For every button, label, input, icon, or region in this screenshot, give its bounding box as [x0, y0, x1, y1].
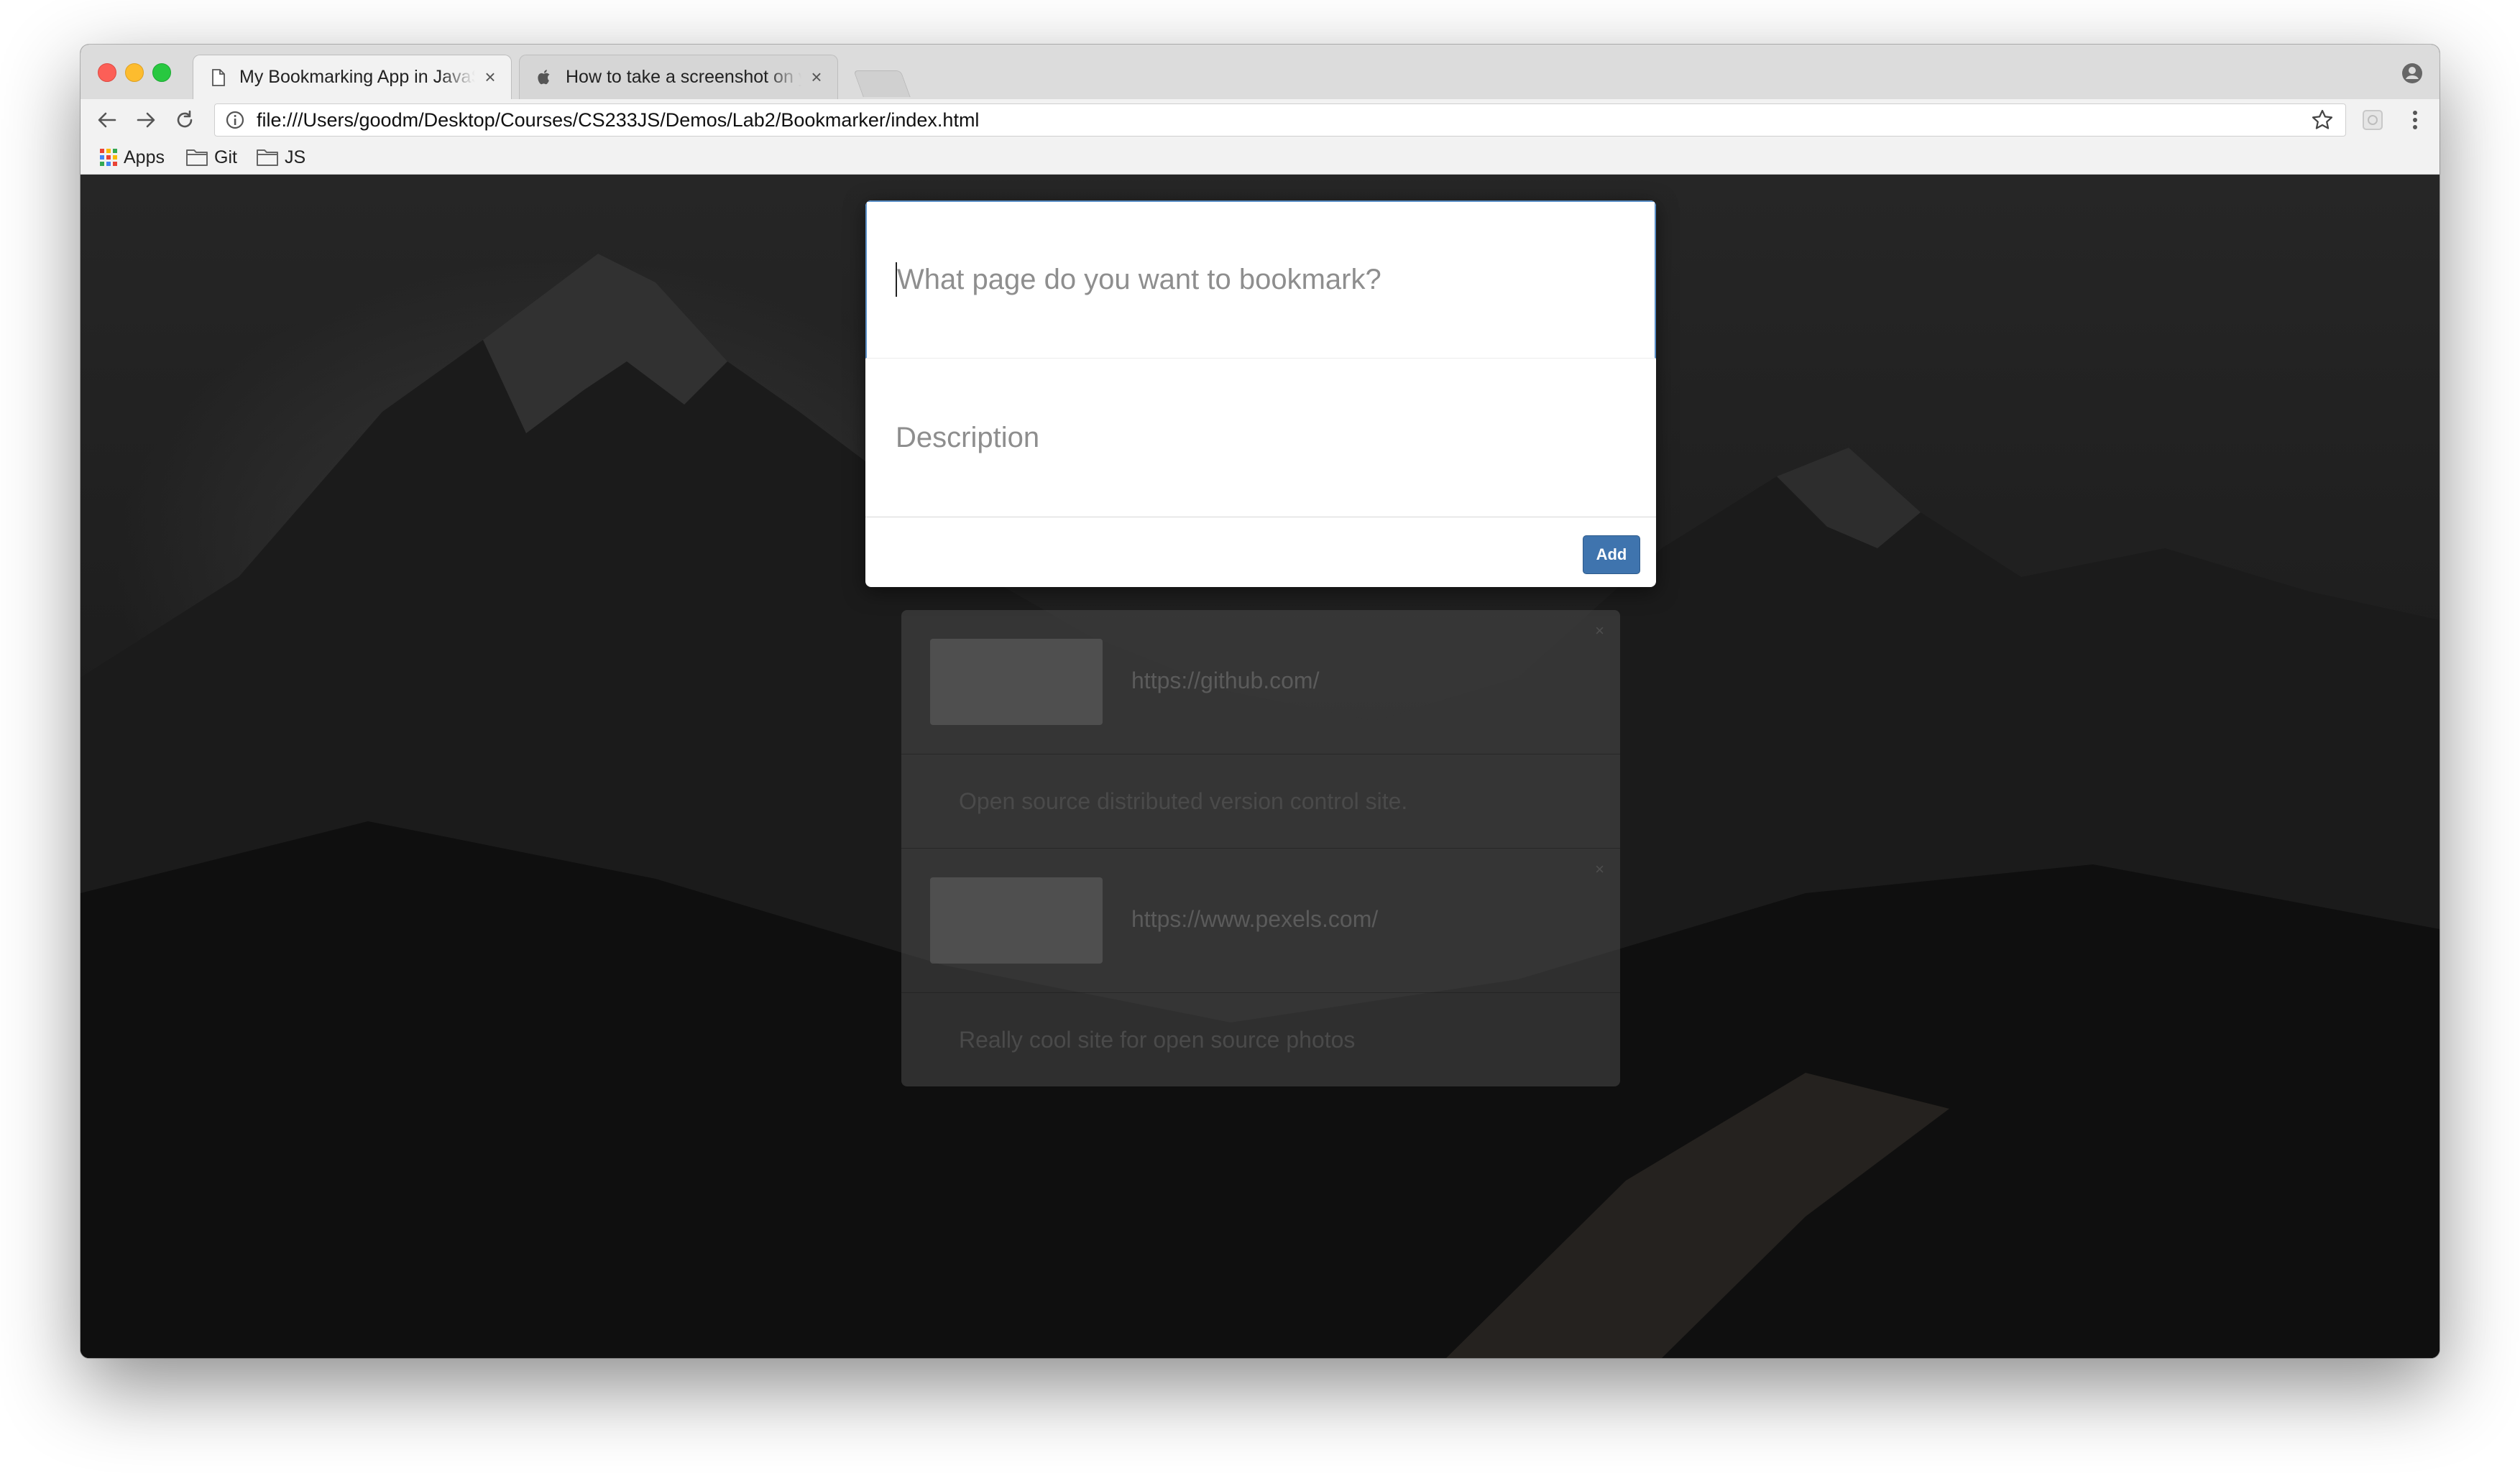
- arrow-left-icon: [98, 112, 116, 128]
- forward-button[interactable]: [134, 108, 158, 132]
- browser-window: My Bookmarking App in JavaScript × How t…: [81, 45, 2439, 1358]
- bookmarks-bar: Apps Git JS: [81, 141, 2439, 175]
- info-icon[interactable]: [225, 110, 245, 130]
- bookmark-apps[interactable]: Apps: [99, 147, 165, 168]
- apps-grid-icon: [100, 149, 117, 166]
- bookmark-label: Apps: [124, 147, 165, 167]
- folder-icon: [257, 149, 278, 166]
- new-tab-button[interactable]: [853, 70, 911, 97]
- bookmark-url[interactable]: https://www.pexels.com/: [1131, 906, 1378, 933]
- site-thumbnail: [930, 639, 1103, 725]
- browser-toolbar: file:///Users/goodm/Desktop/Courses/CS23…: [81, 99, 2439, 141]
- reload-button[interactable]: [173, 108, 197, 132]
- back-button[interactable]: [95, 108, 119, 132]
- extension-icon[interactable]: [2362, 109, 2383, 131]
- bookmark-label: Git: [214, 147, 237, 167]
- page-viewport: https://github.com/ × Open source distri…: [81, 175, 2439, 1358]
- url-text[interactable]: file:///Users/goodm/Desktop/Courses/CS23…: [257, 109, 2311, 131]
- minimize-window-button[interactable]: [125, 63, 144, 82]
- arrow-right-icon: [137, 112, 155, 128]
- bookmark-url[interactable]: https://github.com/: [1131, 668, 1319, 694]
- tab-close-icon[interactable]: ×: [482, 66, 498, 88]
- tab-bookmarking-app[interactable]: My Bookmarking App in JavaScript ×: [193, 55, 512, 99]
- site-thumbnail: [930, 877, 1103, 964]
- zoom-window-button[interactable]: [152, 63, 171, 82]
- page-url-input[interactable]: [865, 200, 1656, 359]
- bookmark-js[interactable]: JS: [256, 147, 305, 168]
- folder-icon: [186, 149, 208, 166]
- bookmark-description: Open source distributed version control …: [959, 788, 1408, 814]
- bookmark-list: https://github.com/ × Open source distri…: [901, 610, 1620, 1086]
- bookmark-star-icon[interactable]: [2311, 108, 2334, 131]
- menu-dots-icon[interactable]: [2408, 108, 2422, 132]
- text-caret: [896, 262, 897, 297]
- tab-title: How to take a screenshot on your Mac: [566, 67, 801, 87]
- bookmark-label: JS: [285, 147, 306, 167]
- address-bar[interactable]: file:///Users/goodm/Desktop/Courses/CS23…: [214, 103, 2346, 137]
- remove-bookmark-icon[interactable]: ×: [1595, 860, 1604, 879]
- bookmark-card[interactable]: https://github.com/ ×: [901, 610, 1620, 754]
- apple-icon: [537, 68, 553, 87]
- tab-strip: My Bookmarking App in JavaScript × How t…: [81, 45, 2439, 100]
- bookmark-description-row: Open source distributed version control …: [901, 754, 1620, 849]
- close-window-button[interactable]: [98, 63, 116, 82]
- document-icon: [211, 68, 226, 87]
- bookmark-description: Really cool site for open source photos: [959, 1026, 1356, 1053]
- bookmark-description-row: Really cool site for open source photos: [901, 993, 1620, 1086]
- tab-screenshot-help[interactable]: How to take a screenshot on your Mac ×: [519, 55, 838, 99]
- add-button[interactable]: Add: [1583, 535, 1640, 574]
- description-input[interactable]: [865, 359, 1656, 517]
- bookmark-git[interactable]: Git: [185, 147, 237, 168]
- remove-bookmark-icon[interactable]: ×: [1595, 622, 1604, 640]
- profile-icon[interactable]: [2401, 62, 2424, 85]
- tab-close-icon[interactable]: ×: [809, 66, 824, 88]
- tab-title: My Bookmarking App in JavaScript: [239, 67, 475, 87]
- add-bookmark-form: Add: [865, 200, 1656, 587]
- reload-icon: [177, 110, 193, 128]
- bookmark-card[interactable]: https://www.pexels.com/ ×: [901, 849, 1620, 993]
